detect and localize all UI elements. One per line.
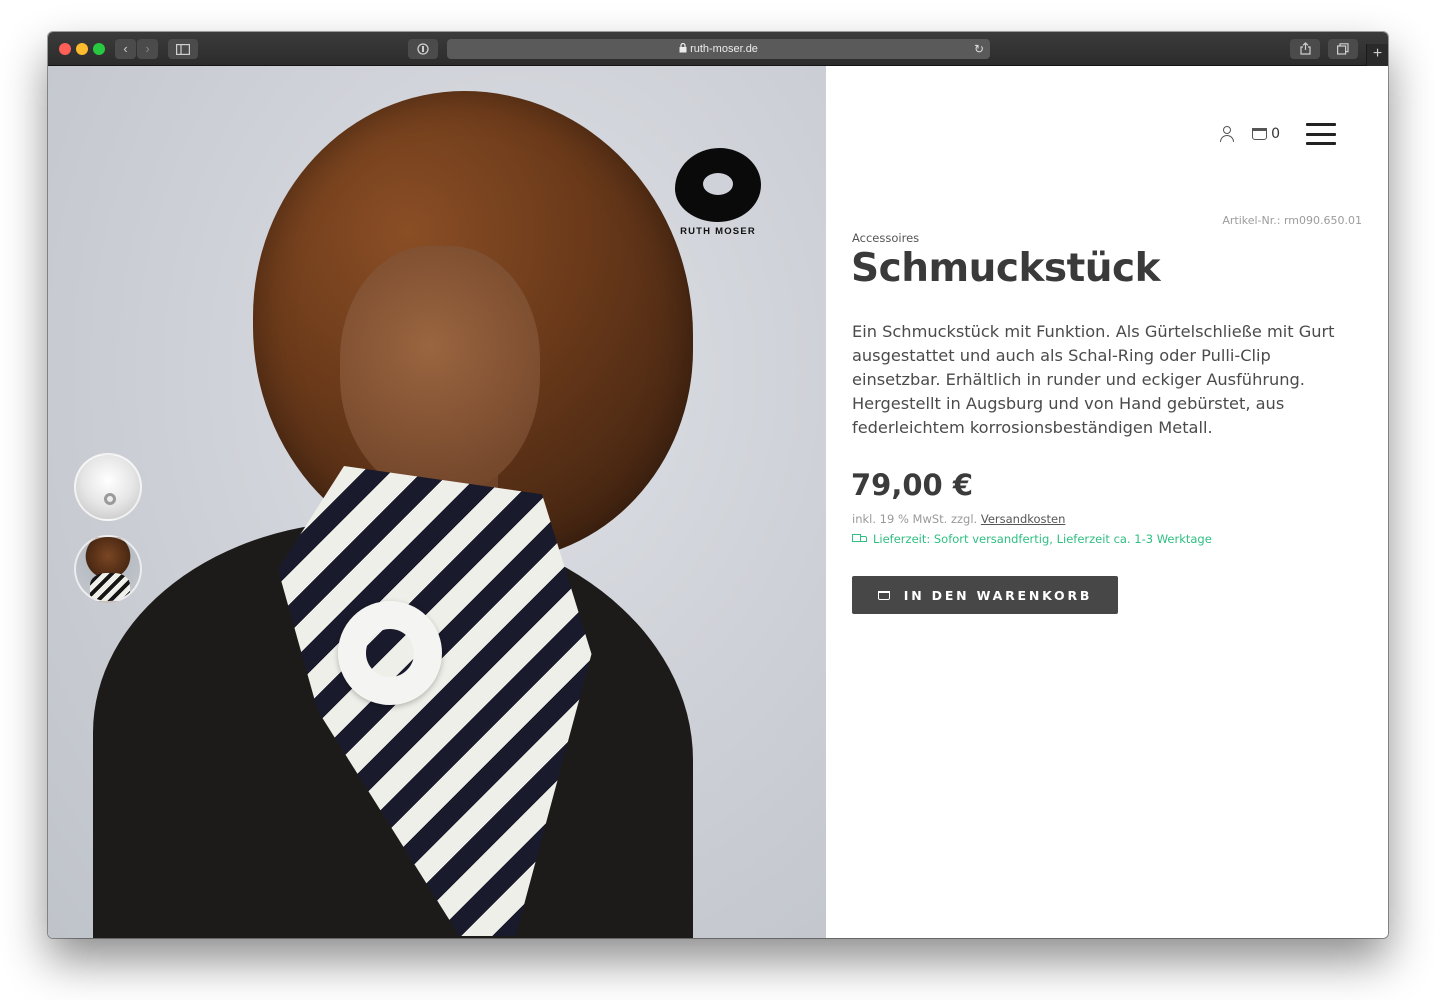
delivery-info: Lieferzeit: Sofort versandfertig, Liefer… (852, 532, 1212, 546)
brand-logo-text[interactable]: RUTH MOSER (663, 226, 773, 237)
zoom-window-button[interactable] (93, 43, 105, 55)
article-number: Artikel-Nr.: rm090.650.01 (1222, 214, 1362, 227)
chevron-right-icon: › (145, 41, 150, 56)
product-category[interactable]: Accessoires (852, 231, 919, 245)
minimize-window-button[interactable] (76, 43, 88, 55)
share-icon (1299, 42, 1311, 55)
delivery-text: Lieferzeit: Sofort versandfertig, Liefer… (873, 532, 1212, 546)
lock-icon (679, 42, 687, 53)
product-info-panel: 0 Artikel-Nr.: rm090.650.01 Accessoires … (826, 66, 1388, 938)
shipping-costs-link[interactable]: Versandkosten (981, 512, 1066, 526)
new-tab-button[interactable]: + (1366, 44, 1388, 66)
tax-info: inkl. 19 % MwSt. zzgl. Versandkosten (852, 512, 1065, 526)
privacy-report-button[interactable] (408, 39, 438, 59)
forward-button[interactable]: › (137, 39, 158, 59)
product-description: Ein Schmuckstück mit Funktion. Als Gürte… (852, 322, 1335, 437)
tax-info-text: inkl. 19 % MwSt. zzgl. (852, 512, 978, 526)
url-text: ruth-moser.de (690, 43, 758, 55)
hero-photo-ring (338, 601, 442, 705)
shield-icon (417, 43, 429, 55)
tabs-icon (1337, 43, 1349, 55)
menu-icon[interactable] (1306, 123, 1336, 145)
back-button[interactable]: ‹ (115, 39, 136, 59)
gallery-thumbnail-1[interactable] (74, 453, 142, 521)
chevron-left-icon: ‹ (123, 41, 128, 56)
cart-link[interactable]: 0 (1252, 126, 1280, 142)
share-button[interactable] (1290, 39, 1320, 59)
reload-icon[interactable]: ↻ (974, 39, 984, 59)
product-title: Schmuckstück (851, 246, 1161, 291)
brand-logo-icon[interactable] (675, 148, 761, 222)
browser-toolbar: ‹ › ruth-moser.de ↻ + (48, 32, 1388, 66)
header-actions: 0 (1220, 122, 1336, 146)
product-price: 79,00 € (851, 468, 974, 502)
tab-overview-button[interactable] (1328, 39, 1358, 59)
gallery-thumbnail-2[interactable] (74, 535, 142, 603)
address-bar[interactable]: ruth-moser.de ↻ (447, 39, 990, 59)
basket-icon (1252, 128, 1268, 140)
truck-icon (852, 534, 867, 544)
add-to-cart-button[interactable]: IN DEN WARENKORB (852, 576, 1118, 614)
page-content: RUTH MOSER 0 Artikel-Nr.: rm090.650.01 A… (48, 66, 1388, 938)
basket-icon (877, 590, 890, 600)
thumbnail-ring-icon (104, 493, 116, 505)
sidebar-icon (176, 44, 191, 56)
cart-count: 0 (1271, 126, 1280, 142)
hero-photo-face (340, 246, 540, 496)
plus-icon: + (1372, 45, 1383, 62)
sidebar-toggle-button[interactable] (168, 39, 198, 59)
user-icon[interactable] (1220, 126, 1235, 142)
close-window-button[interactable] (59, 43, 71, 55)
browser-window: ‹ › ruth-moser.de ↻ + RUTH MOSER 0 Artik… (48, 32, 1388, 938)
product-hero-image: RUTH MOSER (48, 66, 826, 938)
add-to-cart-label: IN DEN WARENKORB (903, 587, 1093, 603)
thumbnail-scarf-icon (90, 573, 130, 601)
